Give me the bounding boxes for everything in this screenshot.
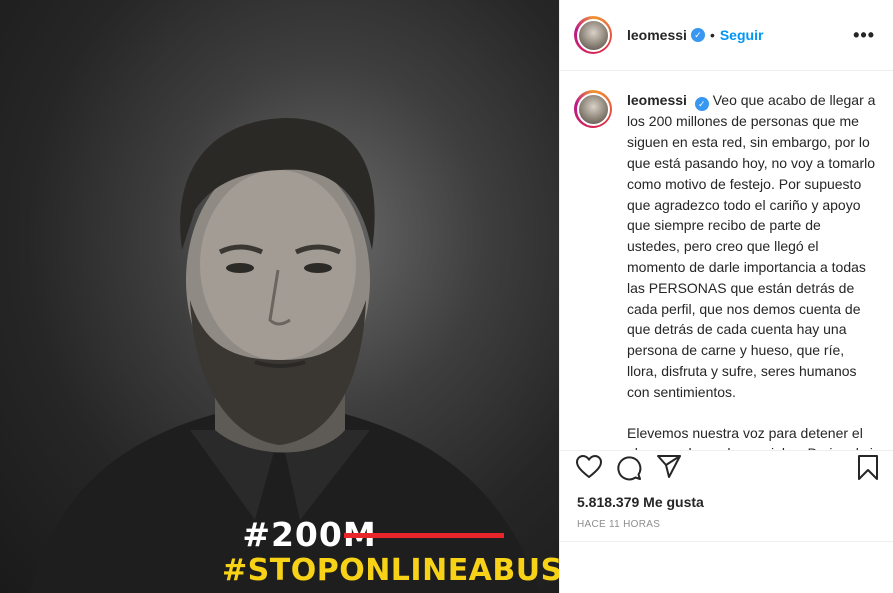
caption-username[interactable]: leomessi [627, 92, 687, 108]
comments-section[interactable]: leomessi ✓ Veo que acabo de llegar a los… [560, 71, 893, 451]
bookmark-icon[interactable] [857, 455, 879, 486]
strikethrough-line [344, 533, 504, 538]
image-text-stoponlineabuse: #STOPONLINEABUSE [222, 553, 559, 588]
more-options-icon[interactable]: ••• [853, 26, 875, 44]
divider [560, 541, 893, 542]
caption: leomessi ✓ Veo que acabo de llegar a los… [574, 90, 877, 450]
caption-paragraph-1: Veo que acabo de llegar a los 200 millon… [627, 92, 876, 400]
caption-paragraph-2: Elevemos nuestra voz para detener el abu… [627, 424, 873, 450]
caption-text: leomessi ✓ Veo que acabo de llegar a los… [627, 90, 877, 450]
separator-dot: • [709, 27, 715, 43]
heart-icon[interactable] [575, 454, 603, 484]
post-image[interactable]: #200M #STOPONLINEABUSE [0, 0, 559, 593]
action-bar [560, 454, 893, 489]
avatar-image [576, 92, 610, 126]
avatar[interactable] [574, 16, 612, 54]
verified-badge-icon: ✓ [694, 97, 709, 112]
avatar-image [576, 18, 610, 52]
like-count[interactable]: 5.818.379 Me gusta [577, 494, 704, 510]
post-side-panel: leomessi ✓ • Seguir ••• leomessi ✓ Veo q… [559, 0, 893, 593]
follow-button[interactable]: Seguir [720, 27, 764, 43]
share-icon[interactable] [656, 455, 682, 484]
post-timestamp[interactable]: HACE 11 HORAS [577, 519, 660, 530]
caption-avatar[interactable] [574, 90, 612, 128]
verified-badge-icon: ✓ [690, 28, 705, 42]
comment-icon[interactable] [616, 455, 642, 486]
header-username[interactable]: leomessi [627, 27, 687, 43]
portrait-illustration [30, 118, 540, 593]
post-header: leomessi ✓ • Seguir ••• [560, 0, 893, 71]
